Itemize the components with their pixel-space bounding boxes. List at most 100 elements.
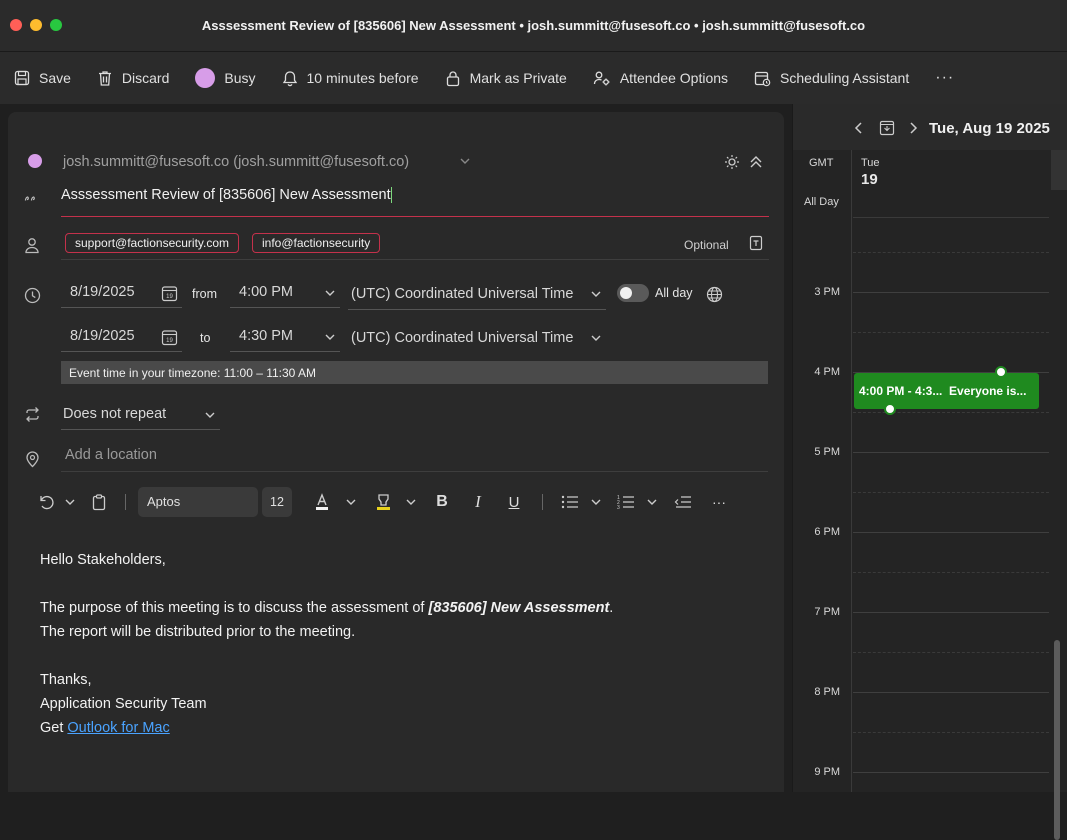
globe-icon[interactable]	[706, 286, 723, 303]
event-resize-handle-top[interactable]	[995, 366, 1007, 378]
font-size-input[interactable]: 12	[262, 487, 292, 517]
assessment-name: [835606] New Assessment	[428, 600, 610, 616]
hour-label: 9 PM	[814, 766, 840, 778]
half-hour-line	[853, 332, 1049, 333]
collapse-up-icon[interactable]	[748, 154, 764, 170]
undo-button[interactable]	[35, 486, 57, 518]
attendee-chip[interactable]: support@factionsecurity.com	[65, 233, 240, 253]
end-time-dropdown[interactable]: 4:30 PM	[230, 322, 340, 352]
underline-icon: U	[508, 493, 520, 511]
start-date-field[interactable]: 8/19/2025 19	[61, 278, 182, 308]
undo-icon	[40, 495, 54, 510]
go-to-today-icon[interactable]	[879, 120, 895, 136]
scrollbar-track-top	[1051, 150, 1067, 190]
hour-line	[853, 452, 1049, 453]
calendar-scrollbar[interactable]	[1054, 640, 1060, 840]
recurrence-dropdown[interactable]: Does not repeat	[61, 400, 220, 430]
save-icon	[14, 70, 30, 86]
day-number: 19	[861, 171, 878, 188]
body-thanks: Thanks,	[40, 672, 92, 688]
repeat-icon	[26, 407, 39, 422]
busy-label: Busy	[224, 70, 256, 86]
numbered-list-button[interactable]: 123	[615, 486, 637, 518]
subject-field[interactable]: Asssessment Review of [835606] New Asses…	[61, 185, 769, 217]
mark-private-button[interactable]: Mark as Private	[445, 70, 567, 87]
bullet-list-dropdown[interactable]	[589, 486, 603, 518]
calendar-header: Tue, Aug 19 2025	[793, 104, 1067, 150]
calendar-date-label: Tue, Aug 19 2025	[929, 120, 1050, 137]
paste-button[interactable]	[89, 486, 109, 518]
sun-icon[interactable]	[724, 154, 740, 170]
font-color-button[interactable]	[312, 486, 332, 518]
end-timezone-dropdown[interactable]: (UTC) Coordinated Universal Time	[348, 324, 606, 354]
numbered-list-dropdown[interactable]	[645, 486, 659, 518]
font-color-dropdown[interactable]	[344, 486, 358, 518]
outlook-event-window: Asssessment Review of [835606] New Asses…	[0, 0, 1067, 840]
calendar-event[interactable]: 4:00 PM - 4:3... Everyone is...	[854, 373, 1039, 409]
attendee-chip[interactable]: info@factionsecurity	[252, 233, 381, 253]
optional-attendees-link[interactable]: Optional	[684, 238, 729, 252]
discard-button[interactable]: Discard	[97, 70, 169, 87]
event-resize-handle-bottom[interactable]	[884, 403, 896, 415]
decrease-indent-button[interactable]	[672, 486, 694, 518]
save-button[interactable]: Save	[14, 70, 71, 86]
contact-book-icon[interactable]	[749, 235, 763, 251]
event-time: 4:00 PM - 4:3...	[859, 384, 943, 398]
bullet-list-button[interactable]	[559, 486, 581, 518]
end-date-field[interactable]: 8/19/2025 19	[61, 322, 182, 352]
all-day-row-label: All Day	[804, 196, 839, 208]
toolbar-more-button[interactable]: ···	[935, 69, 954, 87]
attendee-options-button[interactable]: Attendee Options	[593, 70, 728, 87]
sender-account[interactable]: josh.summitt@fusesoft.co (josh.summitt@f…	[63, 154, 409, 170]
format-more-button[interactable]: ···	[708, 486, 730, 518]
calendar-icon[interactable]: 19	[161, 285, 178, 302]
chevron-left-icon[interactable]	[853, 121, 865, 135]
highlight-dropdown[interactable]	[404, 486, 418, 518]
chevron-right-icon[interactable]	[907, 121, 919, 135]
all-day-toggle[interactable]	[617, 284, 649, 302]
chevron-down-icon	[647, 499, 657, 505]
quote-icon	[24, 196, 35, 201]
chevron-down-icon	[325, 334, 335, 340]
formatting-toolbar: Aptos 12 B I U 1 2 3 ···	[35, 486, 755, 518]
half-hour-line	[853, 652, 1049, 653]
font-family-input[interactable]: Aptos	[138, 487, 258, 517]
body-greeting: Hello Stakeholders,	[40, 552, 166, 568]
bold-button[interactable]: B	[431, 486, 453, 518]
person-icon	[25, 238, 39, 254]
scheduling-assistant-button[interactable]: Scheduling Assistant	[754, 70, 909, 87]
start-timezone-dropdown[interactable]: (UTC) Coordinated Universal Time	[348, 280, 606, 310]
undo-dropdown[interactable]	[63, 486, 77, 518]
highlight-button[interactable]	[372, 486, 394, 518]
body-line-1-suffix: .	[609, 600, 614, 616]
chevron-down-icon	[591, 291, 601, 297]
day-calendar-pane: Tue, Aug 19 2025 GMT All Day Tue 19 3 PM…	[792, 104, 1067, 840]
svg-text:3: 3	[617, 505, 620, 510]
outlook-for-mac-link[interactable]: Outlook for Mac	[67, 720, 169, 736]
from-label: from	[192, 287, 217, 301]
mark-private-label: Mark as Private	[469, 70, 567, 86]
attendees-field[interactable]: support@factionsecurity.com info@faction…	[61, 230, 769, 260]
compose-pane: josh.summitt@fusesoft.co (josh.summitt@f…	[8, 112, 784, 792]
get-prefix: Get	[40, 720, 68, 736]
calendar-icon[interactable]: 19	[161, 329, 178, 346]
message-body[interactable]: Hello Stakeholders, The purpose of this …	[40, 548, 613, 740]
underline-button[interactable]: U	[503, 486, 525, 518]
chevron-down-icon[interactable]	[459, 156, 471, 166]
half-hour-line	[853, 732, 1049, 733]
svg-text:19: 19	[166, 338, 173, 344]
italic-icon: I	[475, 492, 481, 511]
location-input[interactable]: Add a location	[61, 442, 768, 472]
body-get-outlook: Get Outlook for Mac	[40, 716, 613, 740]
end-date-value: 8/19/2025	[70, 328, 135, 344]
reminder-dropdown[interactable]: 10 minutes before	[282, 70, 419, 87]
start-time-dropdown[interactable]: 4:00 PM	[230, 278, 340, 308]
day-column-header[interactable]: Tue 19	[853, 150, 1049, 218]
start-timezone-value: (UTC) Coordinated Universal Time	[351, 286, 574, 302]
half-hour-line	[853, 412, 1049, 413]
italic-button[interactable]: I	[467, 486, 489, 518]
subject-text: Asssessment Review of [835606] New Asses…	[61, 187, 391, 203]
clipboard-icon	[92, 493, 106, 510]
chevron-down-icon	[591, 335, 601, 341]
show-as-busy-dropdown[interactable]: Busy	[195, 68, 256, 88]
